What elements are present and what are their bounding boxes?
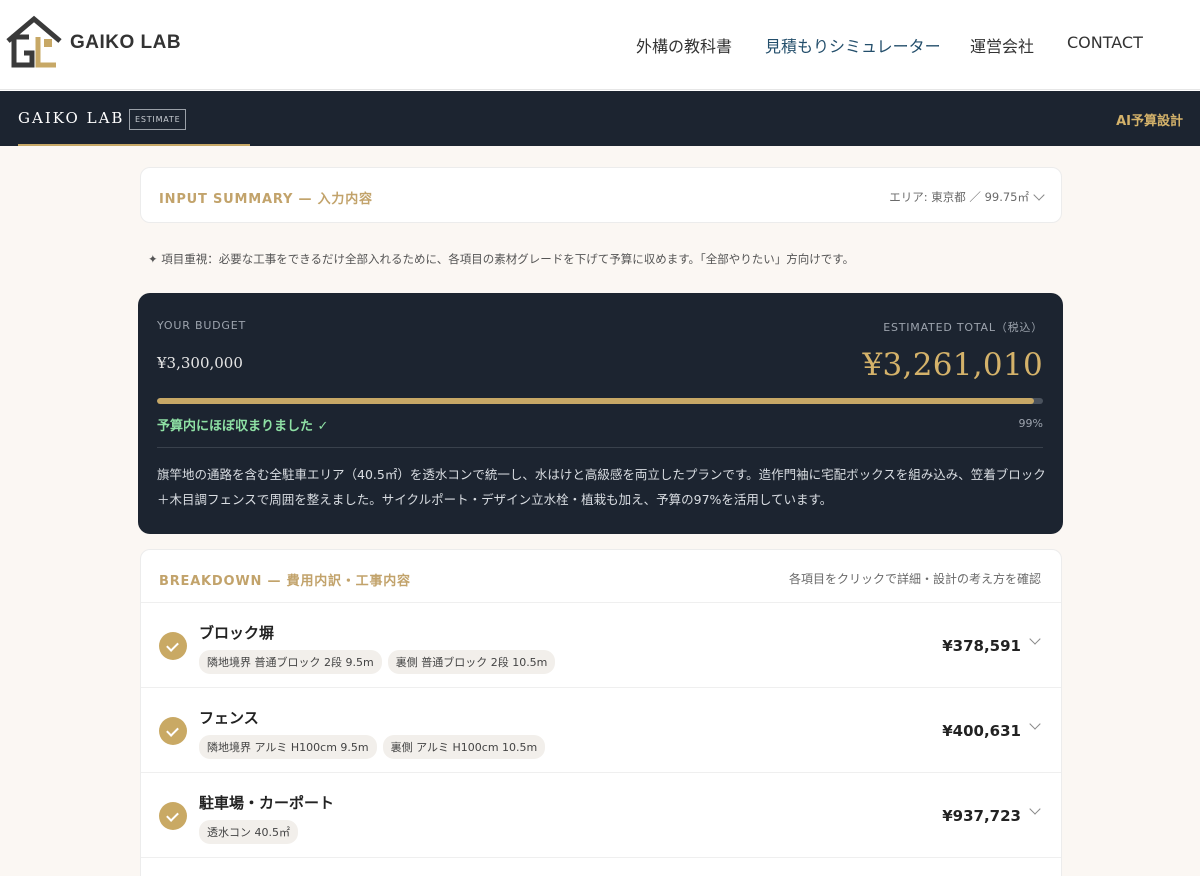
budget-value: ¥3,300,000 [157, 354, 243, 372]
item-tag: 裏側 普通ブロック 2段 10.5m [387, 650, 556, 674]
budget-progress-bar [157, 398, 1043, 404]
item-name: 駐車場・カーポート [199, 794, 335, 812]
item-tag: 裏側 アルミ H100cm 10.5m [382, 735, 546, 759]
ai-budget-label[interactable]: AI予算設計 [1116, 110, 1183, 129]
divider [157, 447, 1043, 448]
chevron-down-icon [1033, 189, 1045, 201]
breakdown-item-parking[interactable]: 駐車場・カーポート 透水コン 40.5㎡ ¥937,723 [141, 773, 1061, 858]
nav-simulator[interactable]: 見積もりシミュレーター [765, 33, 941, 57]
item-name: フェンス [199, 709, 259, 727]
nav-company[interactable]: 運営会社 [970, 33, 1034, 57]
site-header: GAIKO LAB 外構の教科書 見積もりシミュレーター 運営会社 CONTAC… [0, 0, 1200, 90]
chevron-down-icon[interactable] [1029, 633, 1041, 645]
item-tags: 隣地境界 普通ブロック 2段 9.5m 裏側 普通ブロック 2段 10.5m [199, 650, 556, 674]
estimated-total-label: ESTIMATED TOTAL（税込） [883, 321, 1043, 334]
item-tag: 隣地境界 アルミ H100cm 9.5m [199, 735, 377, 759]
item-name: ブロック塀 [199, 624, 275, 642]
plan-description: 旗竿地の通路を含む全駐車エリア（40.5㎡）を透水コンで統一し、水はけと高級感を… [157, 467, 1046, 507]
nav-textbook[interactable]: 外構の教科書 [636, 33, 732, 57]
item-tags: 透水コン 40.5㎡ [199, 820, 298, 844]
item-tags: 隣地境界 アルミ H100cm 9.5m 裏側 アルミ H100cm 10.5m [199, 735, 546, 759]
budget-progress-fill [157, 398, 1035, 404]
nav-contact[interactable]: CONTACT [1067, 33, 1143, 52]
summary-title: INPUT SUMMARY — 入力内容 [159, 192, 373, 207]
budget-card: YOUR BUDGET ¥3,300,000 ESTIMATED TOTAL（税… [138, 293, 1063, 534]
item-price: ¥937,723 [942, 807, 1021, 825]
estimated-total-value: ¥3,261,010 [862, 347, 1043, 383]
budget-percent: 99% [1018, 417, 1043, 430]
area-info: エリア: 東京都 ／ 99.75㎡ [889, 190, 1029, 204]
breakdown-hint: 各項目をクリックで詳細・設計の考え方を確認 [788, 572, 1041, 586]
budget-status: 予算内にほぼ収まりました ✓ [157, 419, 329, 434]
breakdown-item-fence[interactable]: フェンス 隣地境界 アルミ H100cm 9.5m 裏側 アルミ H100cm … [141, 688, 1061, 773]
site-nav: 外構の教科書 見積もりシミュレーター 運営会社 CONTACT [0, 33, 1200, 57]
summary-area-toggle[interactable]: エリア: 東京都 ／ 99.75㎡ [889, 189, 1045, 205]
item-tag: 隣地境界 普通ブロック 2段 9.5m [199, 650, 382, 674]
item-price: ¥400,631 [942, 722, 1021, 740]
breakdown-card: BREAKDOWN — 費用内訳・工事内容 各項目をクリックで詳細・設計の考え方… [140, 549, 1062, 876]
breakdown-item-block-wall[interactable]: ブロック塀 隣地境界 普通ブロック 2段 9.5m 裏側 普通ブロック 2段 1… [141, 603, 1061, 688]
chevron-down-icon[interactable] [1029, 718, 1041, 730]
breakdown-title: BREAKDOWN — 費用内訳・工事内容 [159, 574, 411, 589]
check-icon [159, 717, 187, 745]
input-summary-card[interactable]: INPUT SUMMARY — 入力内容 エリア: 東京都 ／ 99.75㎡ [140, 167, 1062, 223]
check-icon [159, 802, 187, 830]
budget-label: YOUR BUDGET [157, 319, 247, 332]
item-tag: 透水コン 40.5㎡ [199, 820, 298, 844]
check-icon [159, 632, 187, 660]
chevron-down-icon[interactable] [1029, 803, 1041, 815]
app-brand[interactable]: GAIKO LAB [18, 109, 124, 127]
estimate-badge: ESTIMATE [129, 109, 187, 130]
item-price: ¥378,591 [942, 637, 1021, 655]
app-bar: GAIKO LAB ESTIMATE AI予算設計 [0, 91, 1200, 146]
plan-note: ✦ 項目重視：必要な工事をできるだけ全部入れるために、各項目の素材グレードを下げ… [148, 252, 855, 266]
